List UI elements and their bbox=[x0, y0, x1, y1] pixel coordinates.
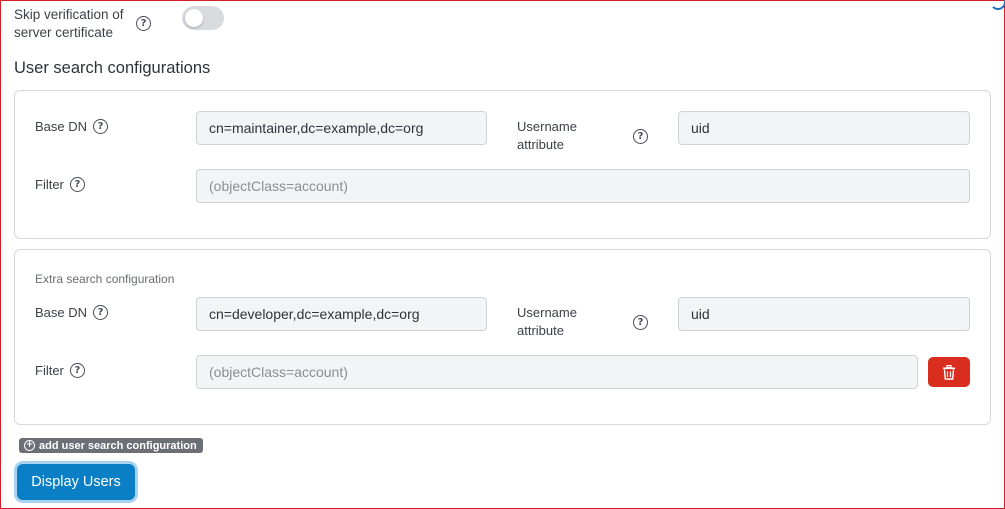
toggle-knob bbox=[185, 9, 203, 27]
filter-label: Filter bbox=[35, 363, 64, 378]
add-config-label: add user search configuration bbox=[39, 439, 197, 452]
add-user-search-config-button[interactable]: + add user search configuration bbox=[19, 438, 203, 453]
base-dn-label-group: Base DN ? bbox=[35, 119, 109, 134]
extra-config-title: Extra search configuration bbox=[35, 272, 175, 286]
plus-circle-icon: + bbox=[24, 440, 35, 451]
base-dn-label: Base DN bbox=[35, 305, 88, 320]
help-icon[interactable]: ? bbox=[69, 363, 85, 378]
base-dn-label: Base DN bbox=[35, 119, 88, 134]
filter-input[interactable]: (objectClass=account) bbox=[196, 169, 970, 203]
filter-label-group: Filter ? bbox=[35, 363, 85, 378]
section-title: User search configurations bbox=[14, 59, 211, 77]
display-users-button[interactable]: Display Users bbox=[17, 464, 135, 500]
base-dn-input[interactable]: cn=developer,dc=example,dc=org bbox=[196, 297, 487, 331]
username-attribute-input[interactable]: uid bbox=[678, 297, 970, 331]
skip-verification-toggle[interactable] bbox=[182, 6, 224, 30]
help-icon[interactable]: ? bbox=[633, 315, 648, 330]
delete-config-button[interactable] bbox=[928, 357, 970, 387]
username-attribute-label: Username attribute bbox=[517, 305, 577, 338]
trash-icon bbox=[943, 364, 955, 380]
help-icon[interactable]: ? bbox=[633, 129, 648, 144]
filter-input[interactable]: (objectClass=account) bbox=[196, 355, 918, 389]
username-attribute-label: Username attribute bbox=[517, 119, 577, 152]
loading-spinner-icon bbox=[990, 0, 1005, 10]
extra-search-config-card: Extra search configuration Base DN ? cn=… bbox=[14, 249, 991, 425]
help-icon[interactable]: ? bbox=[136, 16, 151, 31]
filter-label: Filter bbox=[35, 177, 64, 192]
help-icon[interactable]: ? bbox=[69, 177, 85, 192]
skip-verification-row: Skip verification of server certificate … bbox=[14, 6, 314, 44]
filter-label-group: Filter ? bbox=[35, 177, 85, 192]
base-dn-label-group: Base DN ? bbox=[35, 305, 109, 320]
search-config-card: Base DN ? cn=maintainer,dc=example,dc=or… bbox=[14, 90, 991, 239]
username-attribute-input[interactable]: uid bbox=[678, 111, 970, 145]
help-icon[interactable]: ? bbox=[93, 119, 109, 134]
help-icon[interactable]: ? bbox=[93, 305, 109, 320]
skip-verification-label: Skip verification of server certificate bbox=[14, 7, 124, 40]
base-dn-input[interactable]: cn=maintainer,dc=example,dc=org bbox=[196, 111, 487, 145]
